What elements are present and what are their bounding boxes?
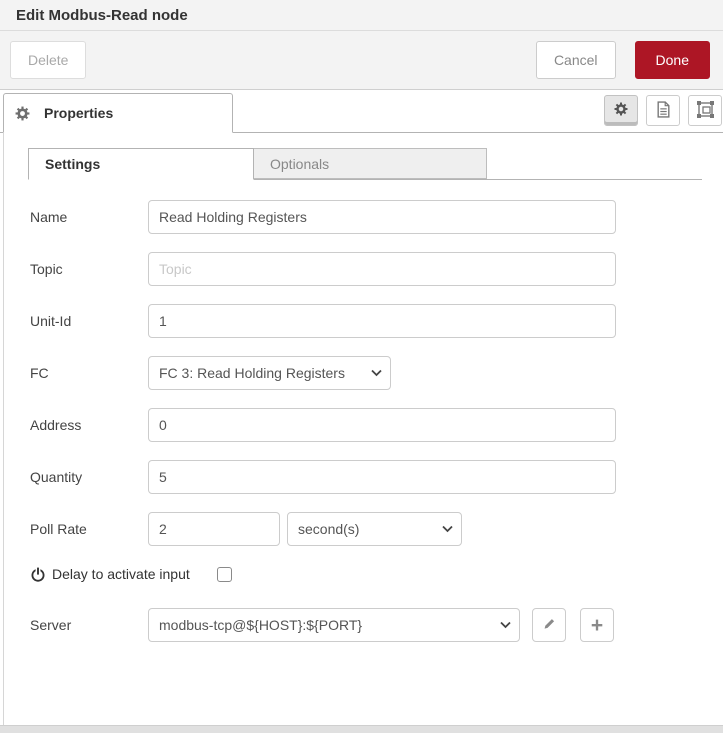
server-label: Server [30,617,72,633]
topic-label: Topic [30,261,63,277]
tray-tabbar: Properties [0,90,723,133]
unit-id-label: Unit-Id [30,313,72,329]
server-select-value: modbus-tcp@${HOST}:${PORT} [159,617,363,633]
delete-button[interactable]: Delete [10,41,87,79]
chevron-down-icon [442,525,453,533]
object-group-icon [696,100,714,121]
delay-checkbox[interactable] [216,566,232,582]
delay-label: Delay to activate input [52,566,190,582]
quantity-label: Quantity [30,469,83,485]
server-select[interactable]: modbus-tcp@${HOST}:${PORT} [148,608,520,642]
chevron-down-icon [371,369,382,377]
plus-icon: + [590,613,604,637]
form-tabbar: Settings Optionals [28,147,702,180]
delay-row: Delay to activate input [30,564,723,584]
unit-id-row: Unit-Id [30,304,723,338]
address-label: Address [30,417,82,433]
tab-settings-label: Settings [45,156,101,172]
name-row: Name [30,200,723,234]
topic-row: Topic [30,252,723,286]
poll-rate-input[interactable] [148,512,280,546]
poll-rate-label: Poll Rate [30,521,87,537]
quantity-input[interactable] [148,460,616,494]
gear-icon [614,102,628,119]
dialog-titlebar: Edit Modbus-Read node [0,0,723,31]
gear-icon [15,106,30,121]
add-server-button[interactable]: + [580,608,614,642]
address-row: Address [30,408,723,442]
document-icon [656,100,671,121]
fc-select-value: FC 3: Read Holding Registers [159,365,345,381]
cancel-button[interactable]: Cancel [535,41,616,79]
quantity-row: Quantity [30,460,723,494]
topic-input[interactable] [148,252,616,286]
address-input[interactable] [148,408,616,442]
poll-rate-unit-value: second(s) [298,521,360,537]
dialog-bottom-edge [0,725,723,733]
fc-select[interactable]: FC 3: Read Holding Registers [148,356,391,390]
edit-server-button[interactable] [532,608,566,642]
power-icon [30,566,46,583]
tab-optionals-label: Optionals [270,155,330,172]
tray-tools [604,95,722,126]
fc-label: FC [30,365,49,381]
fc-row: FC FC 3: Read Holding Registers [30,356,723,390]
settings-form: Name Topic Unit-Id FC FC 3: Read Holding… [0,180,723,642]
properties-tab-label: Properties [44,105,114,121]
tab-properties[interactable]: Properties [3,93,233,133]
unit-id-input[interactable] [148,304,616,338]
tab-optionals[interactable]: Optionals [254,148,487,179]
description-button[interactable] [646,95,680,126]
poll-rate-unit-select[interactable]: second(s) [287,512,462,546]
tab-settings[interactable]: Settings [28,148,254,180]
dialog-title: Edit Modbus-Read node [16,6,188,24]
properties-view-button[interactable] [604,95,638,126]
done-button[interactable]: Done [634,41,710,79]
poll-rate-row: Poll Rate second(s) [30,512,723,546]
server-row: Server modbus-tcp@${HOST}:${PORT} + [30,608,723,642]
dialog-actionbar: Delete Cancel Done [0,31,723,90]
appearance-button[interactable] [688,95,722,126]
pencil-icon [542,617,556,634]
name-input[interactable] [148,200,616,234]
name-label: Name [30,209,68,225]
chevron-down-icon [500,621,511,629]
